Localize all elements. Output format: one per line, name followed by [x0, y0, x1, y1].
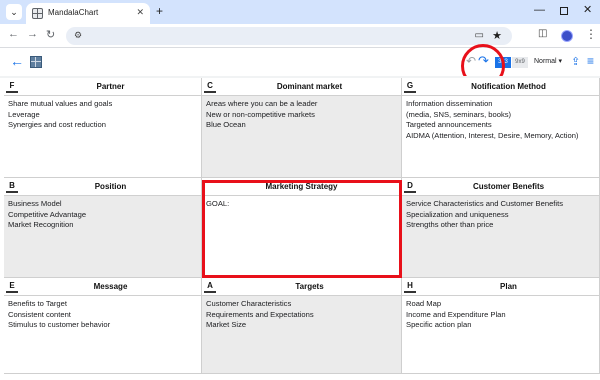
cell-line: Market Recognition	[8, 220, 74, 229]
cell-letter[interactable]: D	[404, 180, 416, 193]
cell-letter[interactable]: F	[6, 80, 18, 93]
cell-line: Competitive Advantage	[8, 209, 87, 219]
cell-line: Areas where you can be a leader	[206, 99, 318, 108]
reload-icon[interactable]: ↻	[46, 28, 55, 41]
tab-search-chevron-down-icon[interactable]: ⌄	[6, 4, 22, 20]
cell-title: Partner	[96, 82, 125, 91]
cell-letter[interactable]: C	[204, 80, 216, 93]
profile-avatar[interactable]	[561, 30, 573, 42]
tab-title: MandalaChart	[48, 8, 99, 17]
cell-header[interactable]: F Partner	[4, 78, 201, 96]
cell-line: AIDMA (Attention, Interest, Desire, Memo…	[406, 130, 579, 140]
browser-nav-bar: ← → ↻ ⚙ ▭ ★ ◫ ⋮	[0, 24, 600, 48]
cell-title: Position	[94, 182, 127, 191]
cell-body[interactable]: Areas where you can be a leader New or no…	[202, 96, 401, 177]
cell-header[interactable]: E Message	[4, 278, 201, 296]
cell-header[interactable]: B Position	[4, 178, 201, 196]
cell-title: Targets	[295, 282, 324, 291]
forward-icon[interactable]: →	[27, 28, 38, 40]
cell-line: Service Characteristics and Customer Ben…	[406, 199, 563, 208]
cell-header[interactable]: C Dominant market	[202, 78, 401, 96]
cast-icon[interactable]: ▭	[475, 30, 484, 41]
cell-line: New or non-competitive markets	[206, 109, 315, 119]
cell-title: Notification Method	[471, 82, 546, 91]
browser-tab-bar: ⌄ MandalaChart ✕ + — ✕	[0, 0, 600, 24]
cell-line: Income and Expenditure Plan	[406, 309, 506, 319]
browser-menu-icon[interactable]: ⋮	[585, 27, 597, 41]
mandala-favicon-icon	[32, 8, 43, 19]
cell-header[interactable]: D Customer Benefits	[402, 178, 599, 196]
mandala-cell[interactable]: B Position Business Model Competitive Advan…	[4, 178, 202, 278]
cell-letter[interactable]: H	[404, 280, 416, 293]
close-window-icon[interactable]: ✕	[583, 3, 592, 16]
mandala-cell[interactable]: C Dominant market Areas where you can be a…	[202, 78, 402, 178]
cell-line: Stimulus to customer behavior	[8, 320, 111, 329]
extensions-icon[interactable]: ◫	[538, 28, 547, 39]
center-cell-highlight	[202, 180, 402, 278]
mandala-cell[interactable]: H Plan Road Map Income and Expenditure Plan…	[402, 278, 600, 374]
size-select-value: Normal	[534, 58, 557, 65]
cell-letter[interactable]: B	[6, 180, 18, 193]
new-tab-button[interactable]: +	[156, 4, 163, 18]
cell-line: Targeted announcements	[406, 120, 492, 129]
cell-header[interactable]: H Plan	[402, 278, 599, 296]
mandala-grid-icon[interactable]	[30, 56, 42, 68]
cell-line: Customer Characteristics	[206, 299, 292, 308]
address-bar[interactable]: ⚙ ▭ ★	[66, 27, 512, 45]
cell-line: Road Map	[406, 299, 442, 308]
cell-letter[interactable]: G	[404, 80, 416, 93]
cell-line: Information dissemination	[406, 99, 493, 108]
cell-body[interactable]: Information dissemination (media, SNS, se…	[402, 96, 599, 177]
mandala-cell[interactable]: A Targets Customer Characteristics Requirem…	[202, 278, 402, 374]
mandala-cell[interactable]: F Partner Share mutual values and goals Lev…	[4, 78, 202, 178]
app-back-icon[interactable]: ←	[10, 53, 24, 69]
cell-line: Blue Ocean	[206, 120, 246, 129]
mandala-cell[interactable]: G Notification Method Information dissemin…	[402, 78, 600, 178]
cell-body[interactable]: Benefits to Target Consistent content Stim…	[4, 296, 201, 373]
mandala-cell[interactable]: E Message Benefits to Target Consistent con…	[4, 278, 202, 374]
cell-letter[interactable]: E	[6, 280, 18, 293]
share-icon[interactable]: ⇪	[571, 55, 580, 68]
cell-title: Message	[93, 282, 128, 291]
cell-line: Synergies and cost reduction	[8, 120, 106, 129]
cell-title: Customer Benefits	[472, 182, 545, 191]
bookmark-star-icon[interactable]: ★	[492, 29, 502, 42]
cell-line: Market Size	[206, 320, 247, 329]
app-toolbar: ← ↶ ↷ 3x3 9x9 Normal ▾ ⇪ ≡	[0, 48, 600, 76]
minimize-window-icon[interactable]: —	[534, 4, 545, 16]
cell-title: Dominant market	[276, 82, 343, 91]
size-select[interactable]: Normal ▾	[534, 57, 562, 65]
cell-line: Business Model	[8, 199, 62, 208]
cell-body[interactable]: Service Characteristics and Customer Ben…	[402, 196, 599, 277]
tab-close-icon[interactable]: ✕	[136, 7, 144, 18]
view-9x9-button[interactable]: 9x9	[512, 57, 528, 68]
mandala-cell[interactable]: D Customer Benefits Service Characteristic…	[402, 178, 600, 278]
maximize-window-icon[interactable]	[560, 7, 568, 15]
cell-line: Share mutual values and goals	[8, 99, 113, 108]
cell-line: Consistent content	[8, 309, 71, 319]
app-menu-icon[interactable]: ≡	[587, 54, 594, 68]
back-icon[interactable]: ←	[8, 28, 19, 40]
cell-body[interactable]: Customer Characteristics Requirements and…	[202, 296, 401, 373]
cell-line: Specific action plan	[406, 320, 472, 329]
cell-body[interactable]: Road Map Income and Expenditure Plan Speci…	[402, 296, 599, 373]
cell-header[interactable]: G Notification Method	[402, 78, 599, 96]
cell-body[interactable]: Business Model Competitive Advantage Marke…	[4, 196, 201, 277]
cell-body[interactable]: Share mutual values and goals Leverage Syn…	[4, 96, 201, 177]
cell-line: (media, SNS, seminars, books)	[406, 109, 512, 119]
browser-tab[interactable]: MandalaChart ✕	[26, 3, 150, 24]
cell-letter[interactable]: A	[204, 280, 216, 293]
cell-line: Benefits to Target	[8, 299, 67, 308]
cell-line: Specialization and uniqueness	[406, 209, 509, 219]
cell-line: Leverage	[8, 109, 40, 119]
cell-title: Plan	[500, 282, 517, 291]
cell-line: Strengths other than price	[406, 220, 494, 229]
site-info-icon[interactable]: ⚙	[74, 30, 82, 41]
cell-line: Requirements and Expectations	[206, 309, 314, 319]
cell-header[interactable]: A Targets	[202, 278, 401, 296]
